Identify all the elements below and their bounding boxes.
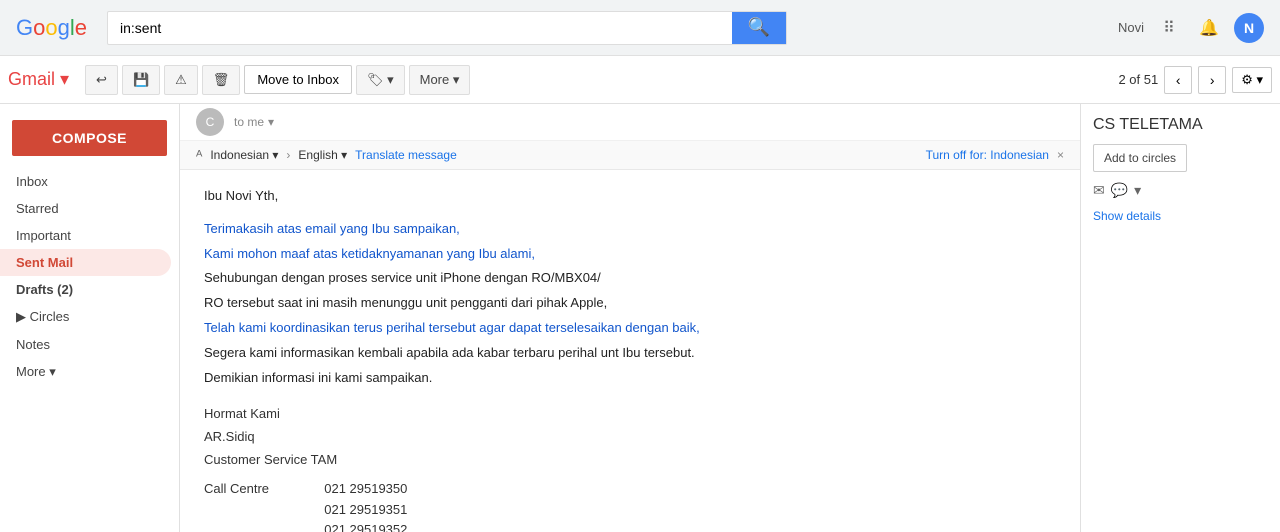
email-greeting: Ibu Novi Yth, [204,186,1056,207]
prev-button[interactable]: ‹ [1164,66,1192,94]
chat-icon[interactable]: 💬 [1111,182,1128,199]
email-line-5: Segera kami informasikan kembali apabila… [204,343,1056,364]
phone-1: 021 29519350 [324,479,411,500]
username-label: Novi [1118,20,1144,35]
labels-button[interactable]: 🏷 ▾ [356,65,405,95]
translate-icon: ᴬ [196,147,202,163]
email-line-1: Kami mohon maaf atas ketidaknyamanan yan… [204,244,1056,265]
main-area: COMPOSE Inbox Starred Important Sent Mai… [0,104,1280,532]
pagination-area: 2 of 51 ‹ › ⚙ ▾ [1118,66,1272,94]
sig-title: Customer Service TAM [204,450,1056,471]
more-label: More ▾ [16,364,56,380]
avatar[interactable]: N [1234,13,1264,43]
topbar: Google 🔍 Novi ⠿ 🔔 N [0,0,1280,56]
translate-bar: ᴬ Indonesian ▾ › English ▾ Translate mes… [180,141,1080,170]
contact-actions: ✉ 💬 ▾ [1093,182,1268,199]
delete-button[interactable]: 🗑 [202,65,241,95]
right-panel: CS TELETAMA Add to circles ✉ 💬 ▾ Show de… [1080,104,1280,532]
show-details-link[interactable]: Show details [1093,209,1268,223]
call-centre-label: Call Centre [204,479,324,532]
sidebar-item-sent[interactable]: Sent Mail [0,249,171,276]
next-button[interactable]: › [1198,66,1226,94]
sidebar-item-drafts[interactable]: Drafts (2) [0,276,171,303]
email-line-3: RO tersebut saat ini masih menunggu unit… [204,293,1056,314]
email-icon[interactable]: ✉ [1093,182,1105,199]
sent-label: Sent Mail [16,255,73,270]
contact-name: CS TELETAMA [1093,116,1268,134]
sidebar-item-notes[interactable]: Notes [0,331,171,358]
translate-link[interactable]: Translate message [355,148,457,162]
notes-label: Notes [16,337,50,352]
phone-2: 021 29519351 [324,500,411,521]
gmail-title[interactable]: Gmail ▾ [8,69,69,90]
notification-icon[interactable]: 🔔 [1194,13,1224,43]
to-me-text: to me [234,115,264,129]
to-me-bar: C to me ▾ [180,104,1080,141]
sender-avatar: C [196,108,224,136]
email-line-0: Terimakasih atas email yang Ibu sampaika… [204,219,1056,240]
inbox-label: Inbox [16,174,48,189]
sidebar-item-important[interactable]: Important [0,222,171,249]
to-me-caret[interactable]: ▾ [268,115,274,129]
turn-off-text: Turn off for: Indonesian [926,148,1049,162]
compose-button[interactable]: COMPOSE [12,120,167,156]
settings-button[interactable]: ⚙ ▾ [1232,67,1272,93]
top-right-controls: Novi ⠿ 🔔 N [1118,13,1264,43]
sig-name: AR.Sidiq [204,427,1056,448]
email-line-2: Sehubungan dengan proses service unit iP… [204,268,1056,289]
sidebar-item-circles[interactable]: ▶ Circles [0,303,171,331]
search-bar: 🔍 [107,11,787,45]
email-line-4: Telah kami koordinasikan terus perihal t… [204,318,1056,339]
search-button[interactable]: 🔍 [732,12,786,44]
email-body: Ibu Novi Yth, Terimakasih atas email yan… [180,170,1080,532]
lang-to[interactable]: English ▾ [298,148,347,162]
close-translate-icon[interactable]: × [1057,148,1064,162]
search-input[interactable] [108,12,732,44]
sig-contact-table: Call Centre 021 29519350 021 29519351 02… [204,479,411,532]
expand-icon[interactable]: ▾ [1134,182,1141,199]
starred-label: Starred [16,201,59,216]
add-circles-button[interactable]: Add to circles [1093,144,1187,172]
archive-button[interactable]: 💾 [122,65,160,95]
pagination-text: 2 of 51 [1118,72,1158,87]
email-signature: Hormat Kami AR.Sidiq Customer Service TA… [204,404,1056,532]
move-inbox-button[interactable]: Move to Inbox [244,65,352,94]
sig-hormat: Hormat Kami [204,404,1056,425]
google-logo: Google [16,15,87,41]
circles-label: ▶ Circles [16,309,69,325]
sidebar: COMPOSE Inbox Starred Important Sent Mai… [0,104,180,532]
drafts-label: Drafts (2) [16,282,73,297]
back-button[interactable]: ↩ [85,65,118,95]
arrow-icon: › [286,148,290,162]
important-label: Important [16,228,71,243]
turn-off-link[interactable]: Turn off for: Indonesian × [926,148,1064,162]
spam-button[interactable]: ⚠ [164,65,198,95]
sidebar-item-more[interactable]: More ▾ [0,358,171,386]
more-button[interactable]: More ▾ [409,65,471,95]
phone-3: 021 29519352 [324,520,411,532]
lang-from[interactable]: Indonesian ▾ [210,148,278,162]
sidebar-item-inbox[interactable]: Inbox [0,168,171,195]
sidebar-item-starred[interactable]: Starred [0,195,171,222]
email-content: C to me ▾ ᴬ Indonesian ▾ › English ▾ Tra… [180,104,1080,532]
call-centre-phones: 021 29519350 021 29519351 021 29519352 0… [324,479,411,532]
gmail-toolbar: Gmail ▾ ↩ 💾 ⚠ 🗑 Move to Inbox 🏷 ▾ More ▾… [0,56,1280,104]
apps-icon[interactable]: ⠿ [1154,13,1184,43]
email-line-6: Demikian informasi ini kami sampaikan. [204,368,1056,389]
